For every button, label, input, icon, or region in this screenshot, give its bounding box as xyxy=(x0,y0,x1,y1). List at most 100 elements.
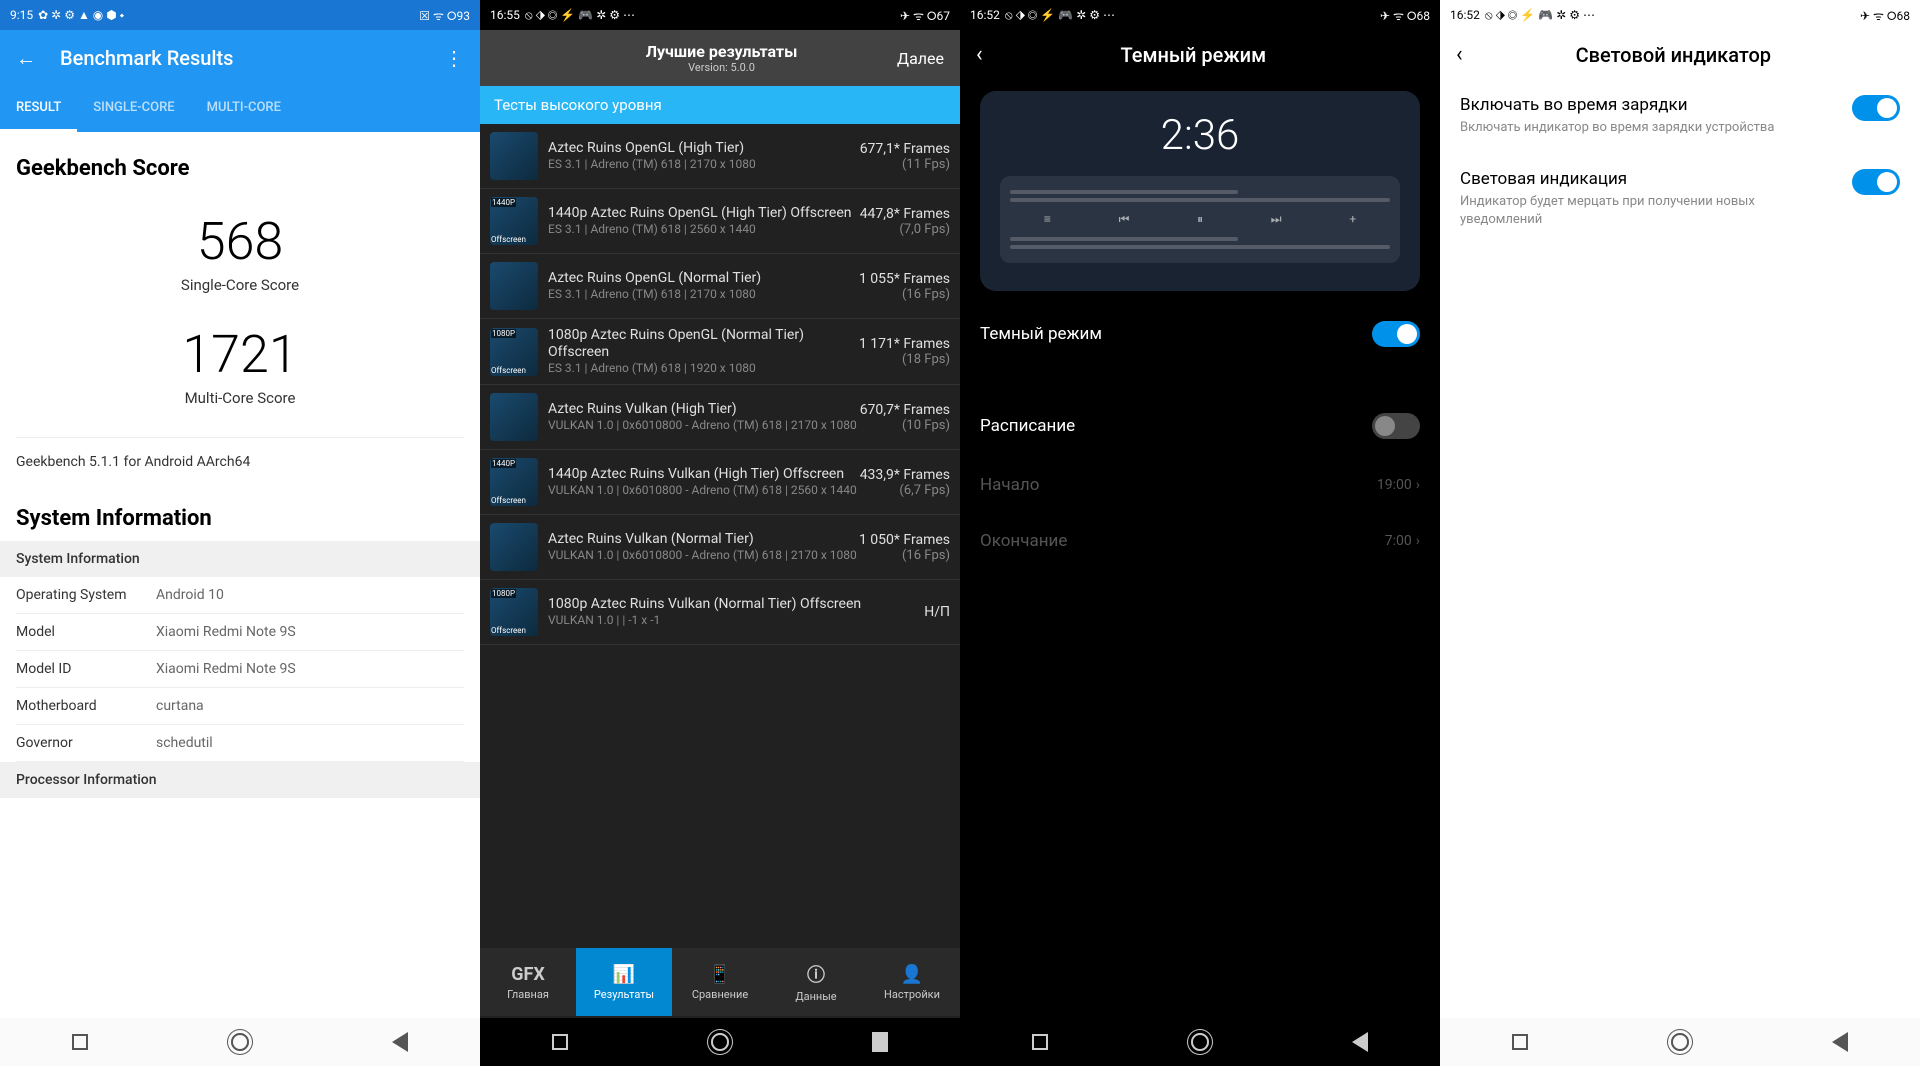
thumbnail: 1440POffscreen xyxy=(490,458,538,506)
schedule-toggle[interactable] xyxy=(1372,413,1420,439)
item-title: 1080p Aztec Ruins Vulkan (Normal Tier) O… xyxy=(548,596,924,613)
schedule-row[interactable]: Расписание xyxy=(960,395,1440,457)
info-value: Xiaomi Redmi Note 9S xyxy=(156,624,296,640)
setting-desc: Включать индикатор во время зарядки устр… xyxy=(1460,119,1836,137)
bottom-tab[interactable]: ⓘ Данные xyxy=(768,948,864,1016)
item-frames: Н/П xyxy=(924,604,950,620)
item-title: Aztec Ruins Vulkan (High Tier) xyxy=(548,401,860,418)
app-header: ‹ Темный режим xyxy=(960,30,1440,79)
result-item[interactable]: Aztec Ruins OpenGL (High Tier) ES 3.1 | … xyxy=(480,124,960,189)
nav-home-icon[interactable] xyxy=(711,1033,729,1051)
bottom-tab[interactable]: 📊Результаты xyxy=(576,948,672,1016)
result-item[interactable]: Aztec Ruins OpenGL (Normal Tier) ES 3.1 … xyxy=(480,254,960,319)
prev-icon: ⏮ xyxy=(1119,212,1130,227)
nav-back-icon[interactable] xyxy=(872,1032,888,1052)
procinfo-header: Processor Information xyxy=(0,762,480,798)
navbar xyxy=(480,1018,960,1066)
results-list[interactable]: Aztec Ruins OpenGL (High Tier) ES 3.1 | … xyxy=(480,124,960,948)
bottom-tab[interactable]: GFXГлавная xyxy=(480,948,576,1016)
charging-indicator-toggle[interactable] xyxy=(1852,95,1900,121)
multi-core-block: 1721 Multi-Core Score xyxy=(16,324,464,407)
result-item[interactable]: 1440POffscreen 1440p Aztec Ruins OpenGL … xyxy=(480,189,960,254)
result-item[interactable]: Aztec Ruins Vulkan (Normal Tier) VULKAN … xyxy=(480,515,960,580)
nav-back-icon[interactable] xyxy=(1352,1032,1368,1052)
item-frames: 1 050* Frames xyxy=(859,532,950,548)
nav-recents-icon[interactable] xyxy=(552,1034,568,1050)
item-frames: 1 171* Frames xyxy=(859,336,950,352)
nav-back-icon[interactable] xyxy=(392,1032,408,1052)
result-item[interactable]: 1080POffscreen 1080p Aztec Ruins OpenGL … xyxy=(480,319,960,385)
tab-label: Настройки xyxy=(884,988,940,1001)
tab-result[interactable]: RESULT xyxy=(0,86,77,132)
bottom-tab[interactable]: 📱Сравнение xyxy=(672,948,768,1016)
tab-label: Результаты xyxy=(594,988,654,1001)
multi-core-label: Multi-Core Score xyxy=(16,389,464,407)
result-item[interactable]: 1080POffscreen 1080p Aztec Ruins Vulkan … xyxy=(480,580,960,645)
page-title: Benchmark Results xyxy=(60,46,444,70)
preview-card: ≡ ⏮ ⏸ ⏭ + xyxy=(1000,176,1400,263)
nav-home-icon[interactable] xyxy=(1191,1033,1209,1051)
item-title: 1440p Aztec Ruins OpenGL (High Tier) Off… xyxy=(548,205,860,222)
info-label: Governor xyxy=(16,735,156,751)
item-title: Aztec Ruins OpenGL (High Tier) xyxy=(548,140,860,157)
phone-light-indicator: 16:52⦸ ⬗ ◎ ⚡ 🎮 ✲ ⚙ ⋯ ✈ ᯤ ⭘68 ‹ Световой … xyxy=(1440,0,1920,1066)
phone-dark-mode: 16:52⦸ ⬗ ◎ ⚡ 🎮 ✲ ⚙ ⋯ ✈ ᯤ ⭘68 ‹ Темный ре… xyxy=(960,0,1440,1066)
dark-mode-toggle[interactable] xyxy=(1372,321,1420,347)
light-indication-row[interactable]: Световая индикация Индикатор будет мерца… xyxy=(1440,153,1920,245)
item-frames: 447,8* Frames xyxy=(860,206,950,222)
result-item[interactable]: 1440POffscreen 1440p Aztec Ruins Vulkan … xyxy=(480,450,960,515)
setting-title: Включать во время зарядки xyxy=(1460,95,1836,115)
item-sub: VULKAN 1.0 | 0x6010800 - Adreno (TM) 618… xyxy=(548,483,860,499)
back-icon[interactable]: ‹ xyxy=(976,42,983,67)
single-core-value: 568 xyxy=(16,211,464,272)
info-row: Governorschedutil xyxy=(16,725,464,762)
charging-indicator-row[interactable]: Включать во время зарядки Включать индик… xyxy=(1440,79,1920,153)
menu-icon[interactable]: ⋮ xyxy=(444,46,464,70)
tabs: RESULT SINGLE-CORE MULTI-CORE xyxy=(0,86,480,132)
result-item[interactable]: Aztec Ruins Vulkan (High Tier) VULKAN 1.… xyxy=(480,385,960,450)
status-bar: 9:15✿ ✲ ⚙ ▲ ◉ ⬢ ⬩ ☒ ᯤ ⭘93 xyxy=(0,0,480,30)
tab-icon: ⓘ xyxy=(807,961,825,987)
item-sub: VULKAN 1.0 | | -1 x -1 xyxy=(548,613,924,629)
item-sub: ES 3.1 | Adreno (TM) 618 | 2170 x 1080 xyxy=(548,157,860,173)
multi-core-value: 1721 xyxy=(16,324,464,385)
item-frames: 670,7* Frames xyxy=(860,402,950,418)
setting-title: Световая индикация xyxy=(1460,169,1836,189)
tab-single-core[interactable]: SINGLE-CORE xyxy=(77,86,190,132)
item-frames: 677,1* Frames xyxy=(860,141,950,157)
dark-mode-label: Темный режим xyxy=(980,324,1102,344)
content: Geekbench Score 568 Single-Core Score 17… xyxy=(0,132,480,1016)
status-bar: 16:52⦸ ⬗ ◎ ⚡ 🎮 ✲ ⚙ ⋯ ✈ ᯤ ⭘68 xyxy=(960,0,1440,30)
app-header: ‹ Световой индикатор xyxy=(1440,30,1920,79)
status-icons-right: ✈ ᯤ ⭘68 xyxy=(1860,7,1910,24)
light-indication-toggle[interactable] xyxy=(1852,169,1900,195)
thumbnail: 1440POffscreen xyxy=(490,197,538,245)
nav-recents-icon[interactable] xyxy=(72,1034,88,1050)
bottom-tab[interactable]: 👤Настройки xyxy=(864,948,960,1016)
thumbnail xyxy=(490,523,538,571)
item-fps: (6,7 Fps) xyxy=(860,483,950,498)
status-time: 16:55 xyxy=(490,8,520,22)
status-icons-right: ✈ ᯤ ⭘67 xyxy=(900,7,950,24)
info-value: curtana xyxy=(156,698,204,714)
item-sub: ES 3.1 | Adreno (TM) 618 | 1920 x 1080 xyxy=(548,361,859,377)
tab-label: Данные xyxy=(795,990,836,1003)
nav-back-icon[interactable] xyxy=(1832,1032,1848,1052)
dark-mode-preview: 2:36 ≡ ⏮ ⏸ ⏭ + xyxy=(980,91,1420,291)
nav-recents-icon[interactable] xyxy=(1032,1034,1048,1050)
next-button[interactable]: Далее xyxy=(897,49,944,68)
item-sub: ES 3.1 | Adreno (TM) 618 | 2170 x 1080 xyxy=(548,287,859,303)
nav-home-icon[interactable] xyxy=(1671,1033,1689,1051)
single-core-label: Single-Core Score xyxy=(16,276,464,294)
status-icons: ⦸ ⬗ ◎ ⚡ 🎮 ✲ ⚙ ⋯ xyxy=(1485,8,1595,23)
nav-recents-icon[interactable] xyxy=(1512,1034,1528,1050)
nav-home-icon[interactable] xyxy=(231,1033,249,1051)
info-row: ModelXiaomi Redmi Note 9S xyxy=(16,614,464,651)
start-time-row: Начало 19:00› xyxy=(960,457,1440,513)
dark-mode-row[interactable]: Темный режим xyxy=(960,303,1440,365)
tab-multi-core[interactable]: MULTI-CORE xyxy=(191,86,297,132)
back-icon[interactable]: ← xyxy=(16,46,36,71)
thumbnail: 1080POffscreen xyxy=(490,588,538,636)
info-row: Operating SystemAndroid 10 xyxy=(16,577,464,614)
back-icon[interactable]: ‹ xyxy=(1456,42,1463,67)
